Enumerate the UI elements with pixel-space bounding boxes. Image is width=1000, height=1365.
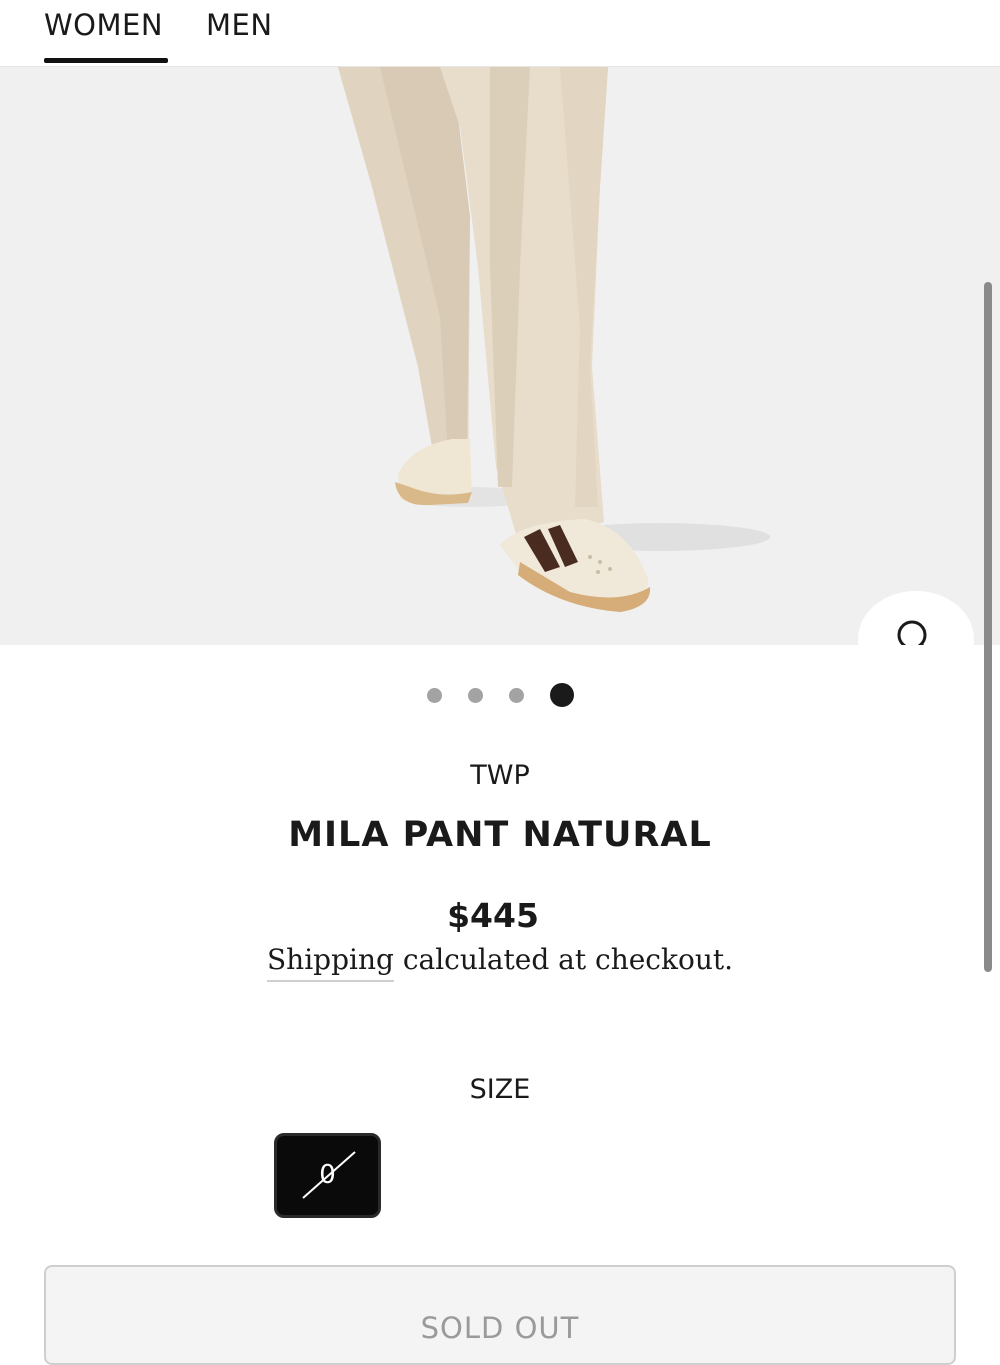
sold-out-label: SOLD OUT [420, 1311, 580, 1345]
size-label: SIZE [469, 1074, 531, 1105]
gallery-dot-2[interactable] [468, 688, 483, 703]
size-option-0[interactable]: 0 [274, 1133, 381, 1218]
tab-men[interactable]: MEN [206, 8, 273, 42]
gallery-dot-3[interactable] [509, 688, 524, 703]
shipping-note-text: calculated at checkout. [393, 943, 733, 976]
gallery-dot-4[interactable] [550, 683, 574, 707]
active-tab-indicator [44, 58, 168, 63]
gallery-pagination [0, 683, 1000, 707]
top-nav: WOMEN MEN [0, 0, 1000, 67]
shipping-note: Shipping calculated at checkout. [0, 943, 1000, 982]
unavailable-slash-icon [302, 1151, 356, 1199]
product-image[interactable] [0, 67, 1000, 645]
tab-women[interactable]: WOMEN [44, 8, 163, 42]
page-scrollbar[interactable] [984, 282, 992, 972]
gallery-dot-1[interactable] [427, 688, 442, 703]
search-icon [897, 620, 927, 645]
product-title: MILA PANT NATURAL [288, 815, 712, 855]
sold-out-button[interactable]: SOLD OUT [44, 1265, 956, 1365]
product-photo [338, 67, 770, 612]
product-brand[interactable]: TWP [0, 760, 1000, 791]
shipping-link[interactable]: Shipping [267, 943, 394, 982]
product-price: $445 [447, 896, 539, 935]
